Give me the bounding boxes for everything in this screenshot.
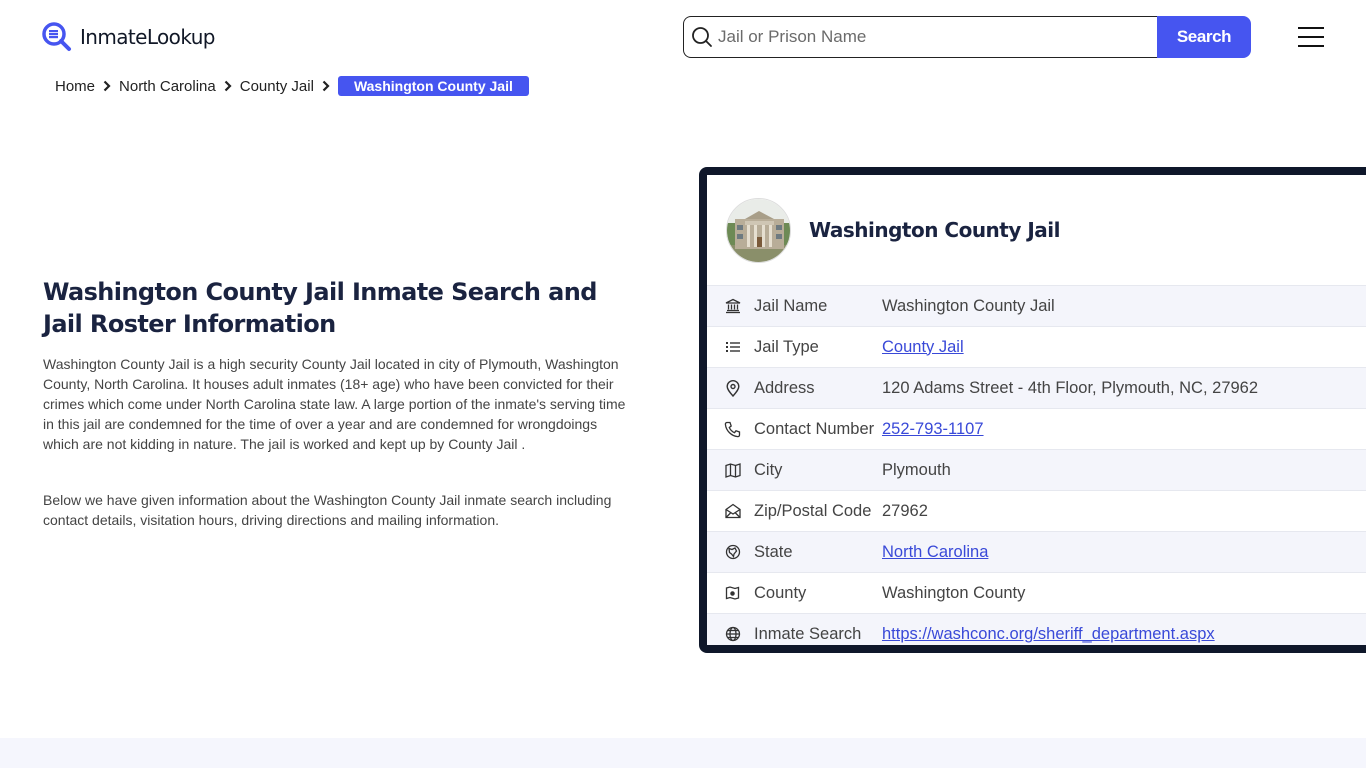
- jail-photo: [726, 197, 791, 263]
- list-icon: [707, 340, 754, 354]
- page-title: Washington County Jail Inmate Search and…: [43, 278, 597, 338]
- row-value: 120 Adams Street - 4th Floor, Plymouth, …: [882, 378, 1259, 397]
- site-logo[interactable]: InmateLookup: [42, 22, 215, 52]
- breadcrumb-current: Washington County Jail: [337, 76, 529, 96]
- intro-paragraph: Washington County Jail is a high securit…: [43, 356, 626, 452]
- card-title: Washington County Jail: [809, 218, 1061, 242]
- footer-section: [0, 738, 1366, 768]
- chevron-right-icon: [224, 80, 232, 92]
- row-label: Jail Name: [754, 296, 828, 315]
- breadcrumb-jail-type[interactable]: County Jail: [240, 78, 314, 95]
- info-row-jail-name: Jail Name Washington County Jail: [707, 285, 1366, 326]
- info-row-state: State North Carolina: [707, 531, 1366, 572]
- phone-link[interactable]: 252-793-1107: [882, 420, 984, 438]
- search-icon: [692, 27, 712, 47]
- info-paragraph: Below we have given information about th…: [43, 492, 612, 528]
- logo-icon: [42, 22, 71, 51]
- info-row-zip: Zip/Postal Code 27962: [707, 490, 1366, 531]
- search-field: [683, 16, 1157, 58]
- info-row-inmate-search: Inmate Search https://washconc.org/sheri…: [707, 613, 1366, 645]
- info-row-jail-type: Jail Type County Jail: [707, 326, 1366, 367]
- info-row-city: City Plymouth: [707, 449, 1366, 490]
- row-value: Plymouth: [882, 460, 951, 479]
- row-label: Address: [754, 378, 815, 397]
- state-icon: [707, 544, 754, 560]
- info-row-county: County Washington County: [707, 572, 1366, 613]
- row-value: Washington County: [882, 583, 1026, 602]
- search-button[interactable]: Search: [1157, 16, 1251, 58]
- chevron-right-icon: [322, 80, 330, 92]
- row-value: Washington County Jail: [882, 296, 1055, 315]
- row-label: State: [754, 542, 793, 561]
- chevron-right-icon: [103, 80, 111, 92]
- bank-icon: [707, 298, 754, 314]
- info-row-address: Address 120 Adams Street - 4th Floor, Pl…: [707, 367, 1366, 408]
- breadcrumb-state[interactable]: North Carolina: [119, 78, 216, 95]
- row-label: Zip/Postal Code: [754, 501, 872, 520]
- row-label: Inmate Search: [754, 624, 862, 643]
- menu-bar: [1298, 27, 1324, 29]
- jail-type-link[interactable]: County Jail: [882, 338, 964, 356]
- state-link[interactable]: North Carolina: [882, 543, 988, 561]
- breadcrumb: Home North Carolina County Jail Washingt…: [55, 76, 529, 96]
- logo-text: InmateLookup: [80, 25, 215, 49]
- hamburger-menu-button[interactable]: [1298, 27, 1324, 47]
- info-row-contact: Contact Number 252-793-1107: [707, 408, 1366, 449]
- phone-icon: [707, 421, 754, 438]
- globe-icon: [707, 626, 754, 642]
- county-map-icon: [707, 586, 754, 600]
- breadcrumb-home[interactable]: Home: [55, 78, 95, 95]
- map-pin-icon: [707, 379, 754, 397]
- row-label: Jail Type: [754, 337, 819, 356]
- row-label: Contact Number: [754, 419, 875, 438]
- inmate-search-link[interactable]: https://washconc.org/sheriff_department.…: [882, 625, 1215, 643]
- search-form: Search: [683, 16, 1251, 58]
- row-value: 27962: [882, 501, 928, 520]
- card-header: Washington County Jail: [707, 175, 1366, 285]
- menu-bar: [1298, 36, 1324, 38]
- row-label: City: [754, 460, 783, 479]
- mail-open-icon: [707, 503, 754, 519]
- row-label: County: [754, 583, 807, 602]
- search-input[interactable]: [718, 27, 1138, 47]
- menu-bar: [1298, 45, 1324, 47]
- map-icon: [707, 462, 754, 478]
- jail-info-card: Washington County Jail Jail Name Washing…: [699, 167, 1366, 653]
